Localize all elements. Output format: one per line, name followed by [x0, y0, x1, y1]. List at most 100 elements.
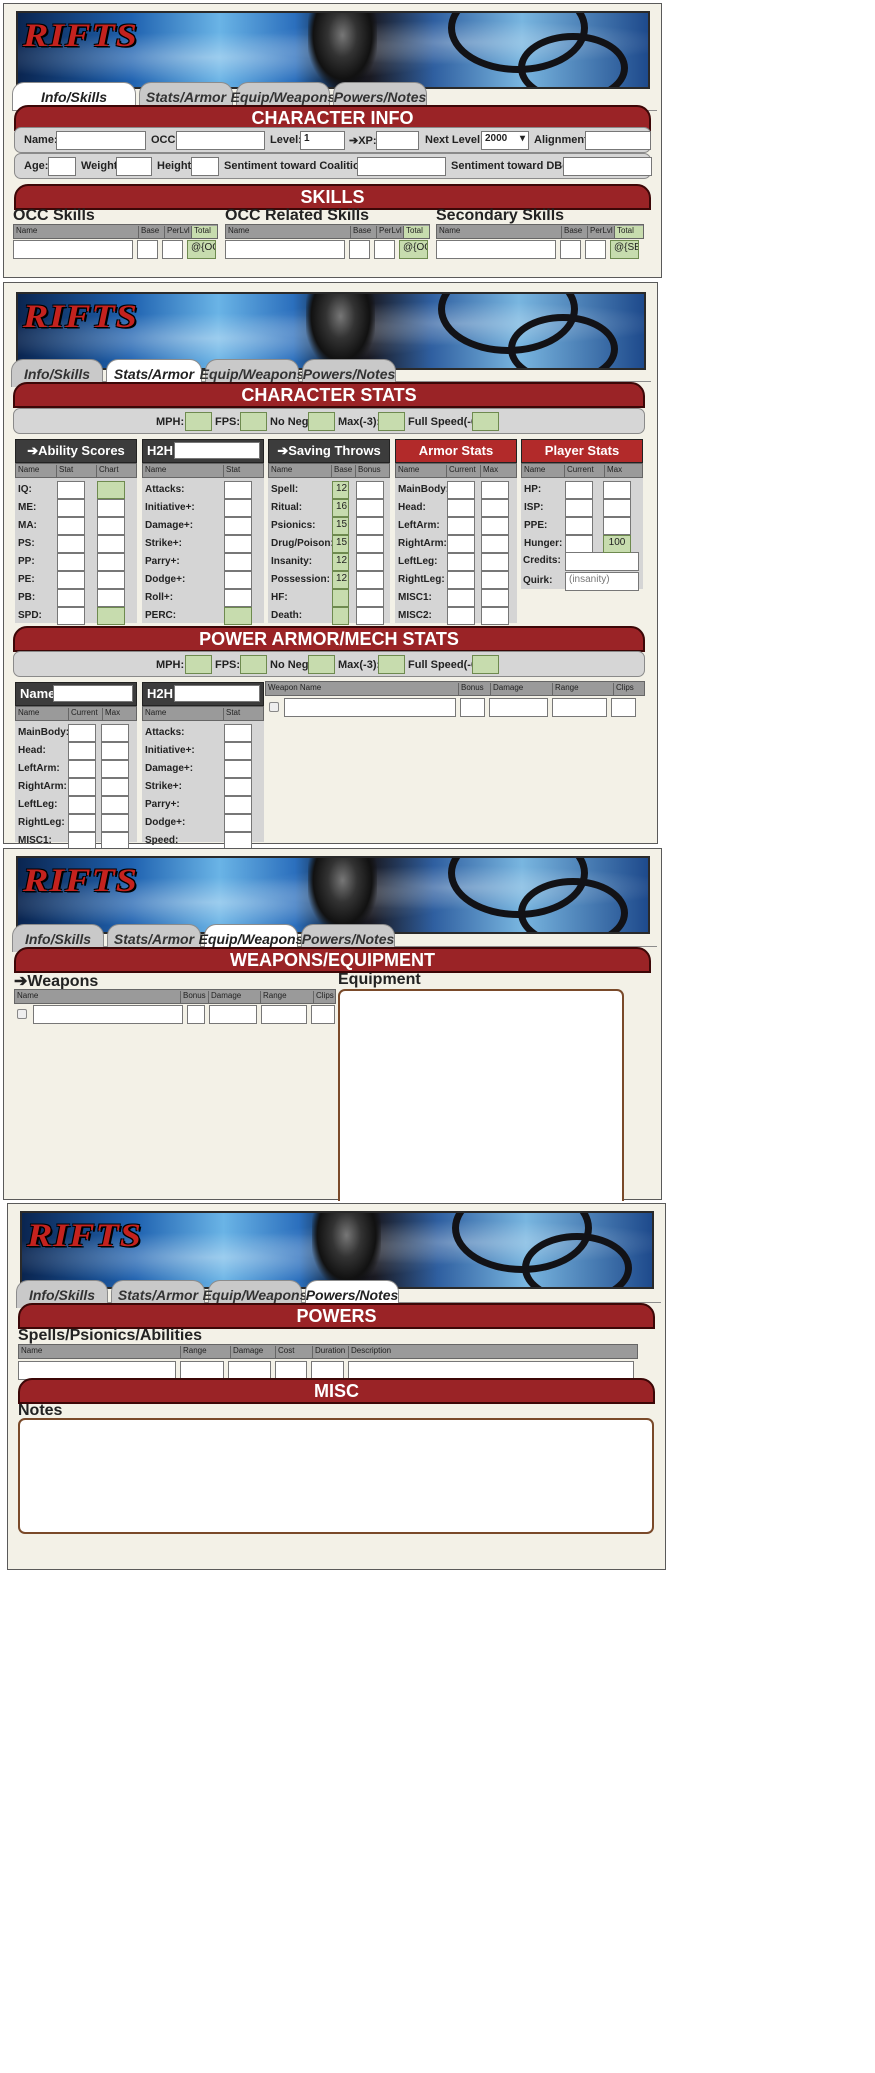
- alignment-field[interactable]: [585, 131, 651, 150]
- pa-h2h-stat-input[interactable]: [224, 778, 252, 796]
- next-level-select[interactable]: 2000 ▾: [481, 131, 529, 150]
- armor-max-input[interactable]: [481, 499, 509, 517]
- level-field[interactable]: 1: [300, 131, 345, 150]
- occ-skill-base-input[interactable]: [137, 240, 158, 259]
- age-field[interactable]: [48, 157, 76, 176]
- weapon-clips-input[interactable]: [311, 1005, 335, 1024]
- h2h-stat-input[interactable]: [224, 571, 252, 589]
- pa-max-input[interactable]: [101, 724, 129, 742]
- pa-max-input[interactable]: [101, 796, 129, 814]
- pa-h2h-stat-input[interactable]: [224, 760, 252, 778]
- h2h-stat-input[interactable]: [224, 553, 252, 571]
- ability-stat-input[interactable]: [57, 571, 85, 589]
- armor-current-input[interactable]: [447, 553, 475, 571]
- h2h-stat-input[interactable]: [224, 607, 252, 625]
- pa-current-input[interactable]: [68, 724, 96, 742]
- h2h-stat-input[interactable]: [224, 499, 252, 517]
- pa-h2h-stat-input[interactable]: [224, 796, 252, 814]
- armor-max-input[interactable]: [481, 481, 509, 499]
- weapon-name-input[interactable]: [33, 1005, 183, 1024]
- pa-h2h-stat-input[interactable]: [224, 724, 252, 742]
- quirk-field[interactable]: (insanity): [565, 572, 639, 591]
- pa-weapon-bonus-input[interactable]: [460, 698, 485, 717]
- name-field[interactable]: [56, 131, 146, 150]
- player-max-input[interactable]: [603, 481, 631, 499]
- occ-related-base-input[interactable]: [349, 240, 370, 259]
- pa-h2h-input[interactable]: [174, 685, 260, 702]
- armor-max-input[interactable]: [481, 589, 509, 607]
- pa-weapon-name-input[interactable]: [284, 698, 456, 717]
- player-current-input[interactable]: [565, 517, 593, 535]
- occ-related-perlvl-input[interactable]: [374, 240, 395, 259]
- pa-current-input[interactable]: [68, 778, 96, 796]
- pa-h2h-stat-input[interactable]: [224, 814, 252, 832]
- player-current-input[interactable]: [565, 499, 593, 517]
- saving-bonus-input[interactable]: [356, 499, 384, 517]
- player-max-input[interactable]: 100: [603, 535, 631, 553]
- xp-field[interactable]: [376, 131, 419, 150]
- secondary-perlvl-input[interactable]: [585, 240, 606, 259]
- saving-bonus-input[interactable]: [356, 535, 384, 553]
- pa-weapon-damage-input[interactable]: [489, 698, 548, 717]
- occ-related-name-input[interactable]: [225, 240, 345, 259]
- player-current-input[interactable]: [565, 481, 593, 499]
- armor-current-input[interactable]: [447, 571, 475, 589]
- armor-max-input[interactable]: [481, 607, 509, 625]
- pa-max-input[interactable]: [101, 778, 129, 796]
- pa-max-input[interactable]: [101, 742, 129, 760]
- pa-max-input[interactable]: [101, 814, 129, 832]
- pa-current-input[interactable]: [68, 814, 96, 832]
- h2h-style-input[interactable]: [174, 442, 260, 459]
- ability-stat-input[interactable]: [57, 517, 85, 535]
- weapon-range-input[interactable]: [261, 1005, 307, 1024]
- occ-skill-perlvl-input[interactable]: [162, 240, 183, 259]
- h2h-stat-input[interactable]: [224, 535, 252, 553]
- occ-skill-name-input[interactable]: [13, 240, 133, 259]
- pa-current-input[interactable]: [68, 760, 96, 778]
- occ-field[interactable]: [176, 131, 265, 150]
- pa-current-input[interactable]: [68, 796, 96, 814]
- pa-weapon-range-input[interactable]: [552, 698, 607, 717]
- armor-max-input[interactable]: [481, 535, 509, 553]
- saving-bonus-input[interactable]: [356, 571, 384, 589]
- secondary-name-input[interactable]: [436, 240, 556, 259]
- saving-bonus-input[interactable]: [356, 607, 384, 625]
- h2h-stat-input[interactable]: [224, 481, 252, 499]
- ability-stat-input[interactable]: [57, 481, 85, 499]
- pa-current-input[interactable]: [68, 742, 96, 760]
- sentiment-dbees-field[interactable]: [563, 157, 652, 176]
- armor-current-input[interactable]: [447, 607, 475, 625]
- saving-bonus-input[interactable]: [356, 517, 384, 535]
- armor-current-input[interactable]: [447, 517, 475, 535]
- player-max-input[interactable]: [603, 499, 631, 517]
- weapon-bonus-input[interactable]: [187, 1005, 205, 1024]
- player-max-input[interactable]: [603, 517, 631, 535]
- saving-bonus-input[interactable]: [356, 589, 384, 607]
- pa-max-input[interactable]: [101, 760, 129, 778]
- ability-stat-input[interactable]: [57, 535, 85, 553]
- credits-field[interactable]: [565, 552, 639, 571]
- ability-stat-input[interactable]: [57, 553, 85, 571]
- player-current-input[interactable]: [565, 535, 593, 553]
- ability-stat-input[interactable]: [57, 499, 85, 517]
- armor-current-input[interactable]: [447, 589, 475, 607]
- saving-bonus-input[interactable]: [356, 553, 384, 571]
- saving-bonus-input[interactable]: [356, 481, 384, 499]
- notes-textarea[interactable]: [18, 1418, 654, 1534]
- armor-max-input[interactable]: [481, 553, 509, 571]
- h2h-stat-input[interactable]: [224, 517, 252, 535]
- pa-name-input[interactable]: [53, 685, 133, 702]
- ability-stat-input[interactable]: [57, 589, 85, 607]
- armor-current-input[interactable]: [447, 535, 475, 553]
- pa-h2h-stat-input[interactable]: [224, 742, 252, 760]
- armor-current-input[interactable]: [447, 481, 475, 499]
- armor-current-input[interactable]: [447, 499, 475, 517]
- pa-weapon-checkbox[interactable]: [269, 702, 279, 712]
- sentiment-coalition-field[interactable]: [357, 157, 446, 176]
- h2h-stat-input[interactable]: [224, 589, 252, 607]
- secondary-base-input[interactable]: [560, 240, 581, 259]
- equipment-textarea[interactable]: [338, 989, 624, 1201]
- armor-max-input[interactable]: [481, 571, 509, 589]
- ability-stat-input[interactable]: [57, 607, 85, 625]
- pa-weapon-clips-input[interactable]: [611, 698, 636, 717]
